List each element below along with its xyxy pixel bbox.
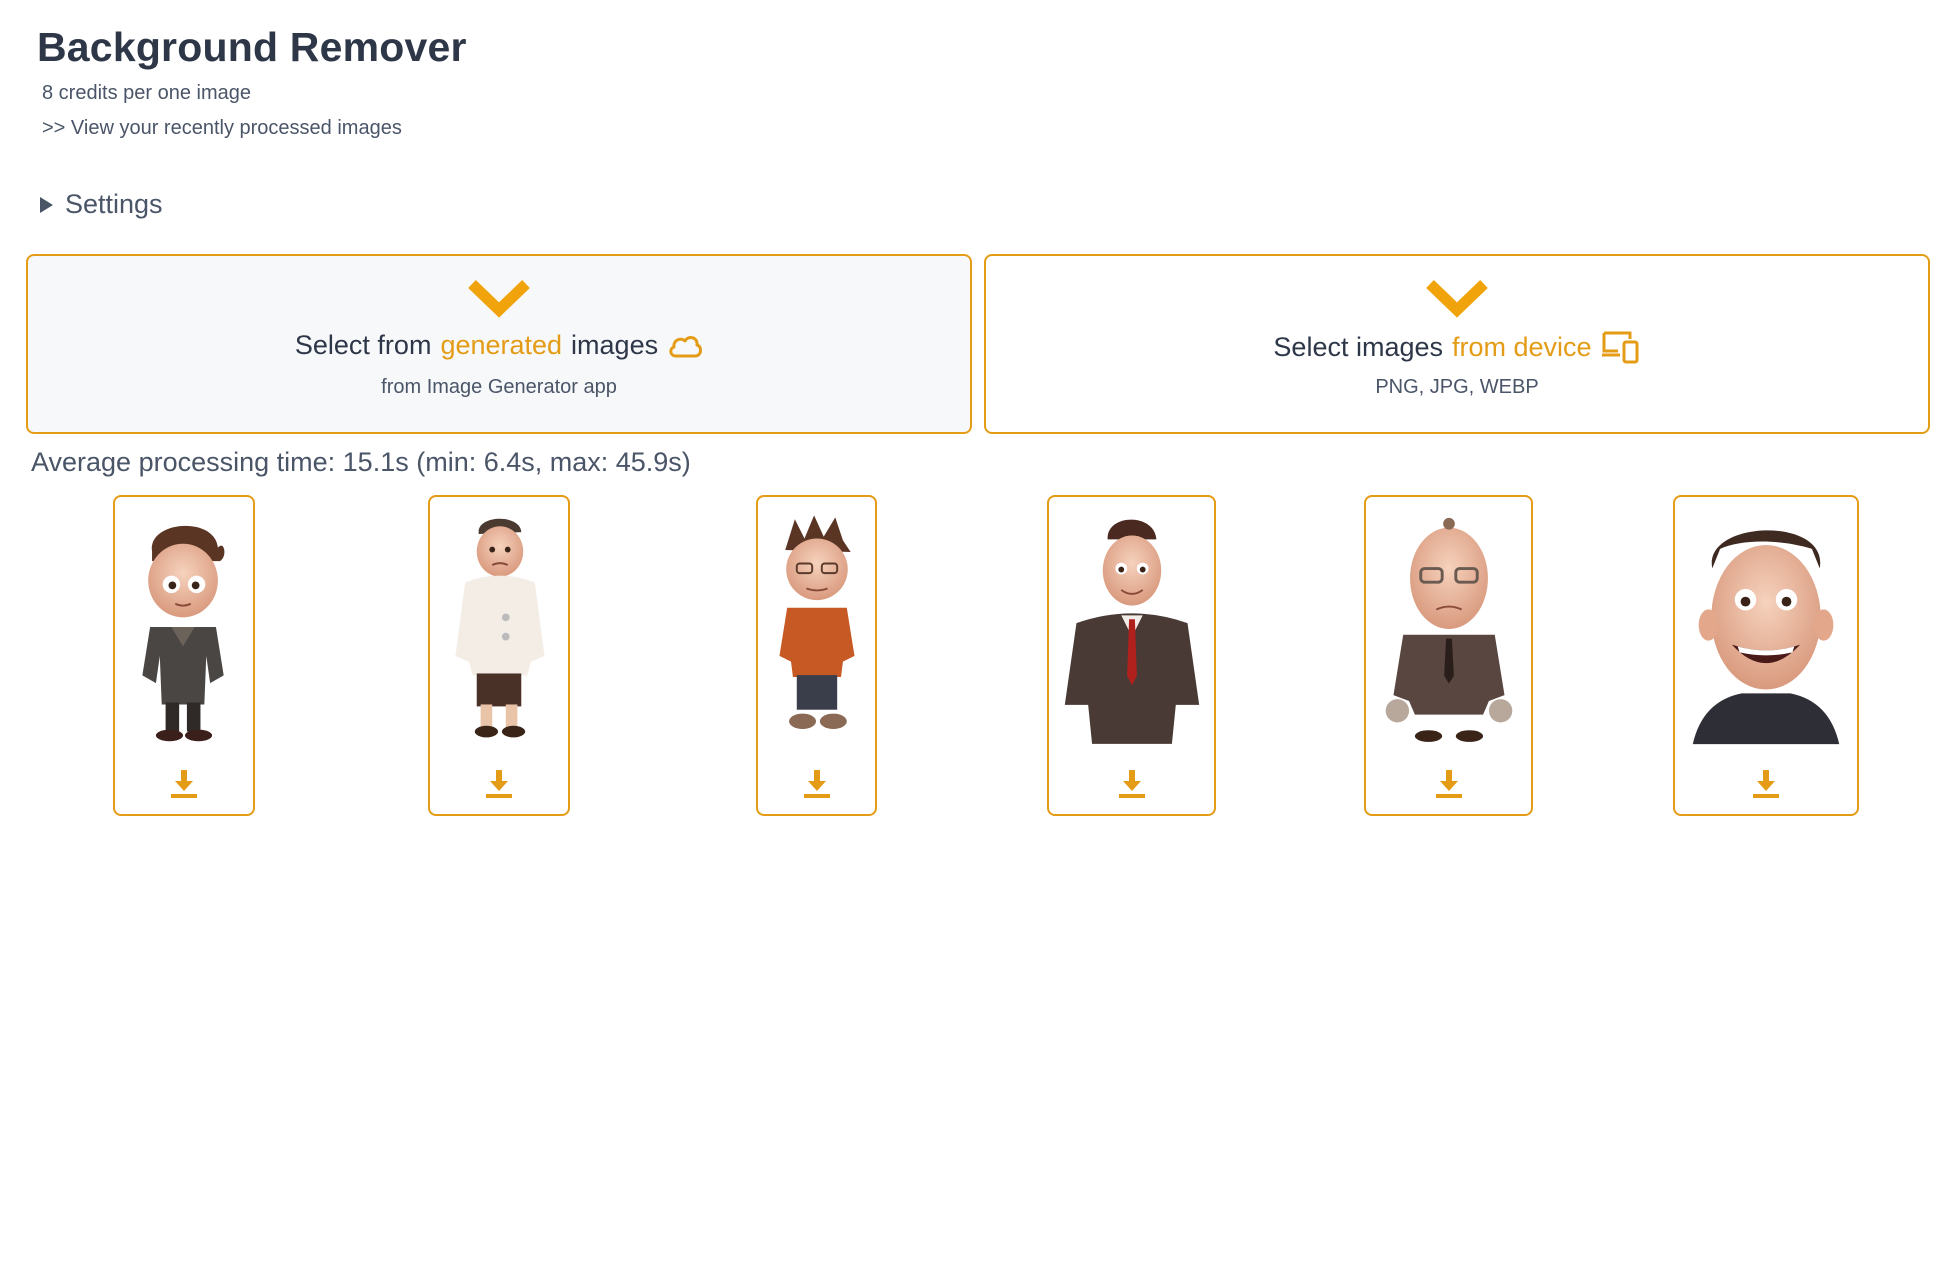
select-device-button[interactable]: Select images from device PNG, JPG, WEBP xyxy=(984,254,1930,434)
select-device-highlight: from device xyxy=(1452,331,1592,362)
credits-info: 8 credits per one image xyxy=(42,82,252,104)
page-title: Background Remover xyxy=(37,24,467,70)
processed-image xyxy=(438,507,560,747)
select-generated-suffix: images xyxy=(571,330,659,360)
devices-icon xyxy=(1601,331,1639,364)
processed-image xyxy=(1057,507,1206,747)
processed-image xyxy=(1374,507,1523,747)
download-icon[interactable] xyxy=(801,768,833,800)
select-generated-title: Select from generated images xyxy=(28,330,970,361)
select-generated-highlight: generated xyxy=(440,330,563,360)
settings-label: Settings xyxy=(65,189,163,219)
chevron-down-icon xyxy=(468,280,530,318)
processed-image xyxy=(766,507,867,747)
select-generated-button[interactable]: Select from generated images from Image … xyxy=(26,254,972,434)
disclosure-triangle-icon xyxy=(40,196,53,213)
chevron-down-icon xyxy=(1426,280,1488,318)
processed-image xyxy=(1683,507,1849,747)
select-generated-prefix: Select from xyxy=(294,330,432,360)
processed-image-card xyxy=(1673,495,1859,816)
processed-image-card xyxy=(756,495,877,816)
download-icon[interactable] xyxy=(1750,768,1782,800)
select-generated-subtitle: from Image Generator app xyxy=(381,376,617,398)
processed-image-card xyxy=(113,495,255,816)
select-device-prefix: Select images xyxy=(1273,331,1444,362)
processing-time: Average processing time: 15.1s (min: 6.4… xyxy=(31,447,691,477)
settings-toggle[interactable]: Settings xyxy=(40,189,163,220)
cloud-icon xyxy=(669,335,703,357)
select-device-subtitle: PNG, JPG, WEBP xyxy=(1375,376,1539,398)
processed-image-card xyxy=(1047,495,1216,816)
download-icon[interactable] xyxy=(483,768,515,800)
download-icon[interactable] xyxy=(168,768,200,800)
select-device-title: Select images from device xyxy=(986,330,1928,364)
processed-image-card xyxy=(1364,495,1533,816)
download-icon[interactable] xyxy=(1116,768,1148,800)
download-icon[interactable] xyxy=(1433,768,1465,800)
processed-image xyxy=(123,507,245,747)
processed-image-card xyxy=(428,495,570,816)
recent-images-link[interactable]: >> View your recently processed images xyxy=(42,117,402,140)
